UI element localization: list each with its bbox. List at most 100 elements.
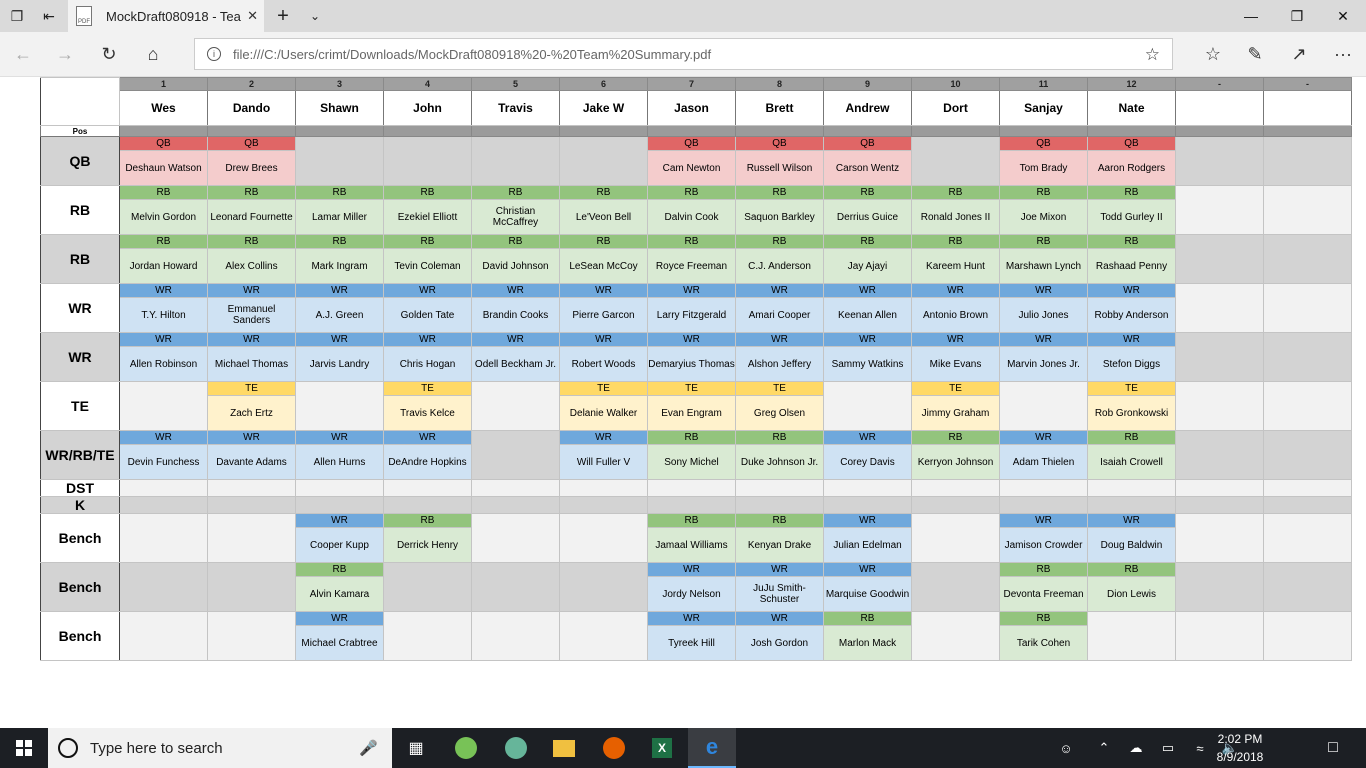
player-name: Carson Wentz <box>823 150 912 186</box>
player-name: Larry Fitzgerald <box>647 297 736 333</box>
team-number: 4 <box>383 77 472 91</box>
position-tag: QB <box>999 136 1088 151</box>
window-close-icon[interactable]: ✕ <box>1320 0 1366 32</box>
task-view-icon[interactable]: ▦ <box>392 728 440 768</box>
position-tag: RB <box>559 234 648 249</box>
active-tab[interactable]: PDF MockDraft080918 - Tea ✕ <box>68 0 264 32</box>
favorites-hub-icon[interactable]: ☆ <box>1196 38 1230 70</box>
address-bar[interactable]: i file:///C:/Users/crimt/Downloads/MockD… <box>194 38 1173 70</box>
tab-list-icon[interactable]: ❐ <box>0 0 34 32</box>
position-tag: TE <box>559 381 648 396</box>
tab-close-icon[interactable]: ✕ <box>247 8 258 24</box>
player-name: Duke Johnson Jr. <box>735 444 824 480</box>
position-tag: RB <box>911 185 1000 200</box>
empty-slot <box>1175 611 1264 661</box>
search-box[interactable]: Type here to search 🎤 <box>48 728 392 768</box>
position-tag: RB <box>999 234 1088 249</box>
slot-label: RB <box>40 185 120 235</box>
roster-player-row: Devin Funchess Davante Adams Allen Hurns De… <box>41 444 1352 480</box>
position-tag: WR <box>911 283 1000 298</box>
android-studio-icon[interactable] <box>442 728 490 768</box>
cortana-icon <box>58 738 78 758</box>
player-name: Sammy Watkins <box>823 346 912 382</box>
start-button[interactable] <box>0 728 48 768</box>
player-name: Allen Robinson <box>119 346 208 382</box>
pdf-viewer[interactable]: 1 2 3 4 5 6 7 8 9 10 11 12- - Wes Dando Shawn John Travis… <box>0 77 1366 728</box>
empty-slot <box>911 611 1000 661</box>
player-name: Amari Cooper <box>735 297 824 333</box>
address-text[interactable]: file:///C:/Users/crimt/Downloads/MockDra… <box>233 47 711 62</box>
position-tag: WR <box>1087 332 1176 347</box>
empty-slot <box>1263 283 1352 333</box>
atom-icon[interactable] <box>492 728 540 768</box>
roster-slot-row: TE TE TE TE TE TE TE TE <box>40 381 1352 431</box>
restore-icon[interactable]: ❐ <box>1274 0 1320 32</box>
file-explorer-icon[interactable] <box>540 728 588 768</box>
player-name: Jarvis Landry <box>295 346 384 382</box>
pos-gray-cell <box>383 125 472 137</box>
empty-slot <box>295 381 384 431</box>
position-tag: WR <box>383 430 472 445</box>
empty-slot <box>559 513 648 563</box>
player-name: Ronald Jones II <box>911 199 1000 235</box>
tab-preview-chevron-icon[interactable]: ⌄ <box>298 0 332 32</box>
position-tag: WR <box>207 332 296 347</box>
web-note-pen-icon[interactable]: ✎ <box>1238 38 1272 70</box>
position-tag: RB <box>471 234 560 249</box>
people-icon[interactable]: ☺ <box>1052 728 1080 768</box>
position-tag: WR <box>823 332 912 347</box>
player-name: Devin Funchess <box>119 444 208 480</box>
pdf-badge: PDF <box>78 19 90 25</box>
action-center-icon[interactable]: □ <box>1318 728 1348 768</box>
player-name: A.J. Green <box>295 297 384 333</box>
new-tab-icon[interactable]: + <box>266 0 300 32</box>
set-tabs-aside-icon[interactable]: ⇤ <box>32 0 66 32</box>
player-name: Alex Collins <box>207 248 296 284</box>
firefox-icon[interactable] <box>590 728 638 768</box>
minimize-icon[interactable]: — <box>1228 0 1274 32</box>
corner-cell <box>40 77 120 126</box>
microphone-icon[interactable]: 🎤 <box>359 739 378 757</box>
excel-icon[interactable]: X <box>638 728 686 768</box>
position-tag: RB <box>207 185 296 200</box>
share-icon[interactable]: ↗ <box>1282 38 1316 70</box>
position-tag: RB <box>1087 234 1176 249</box>
clock[interactable]: 2:02 PM 8/9/2018 <box>1200 730 1280 766</box>
slot-label: Bench <box>40 611 120 661</box>
back-icon[interactable]: ← <box>6 38 40 70</box>
player-name: Leonard Fournette <box>207 199 296 235</box>
edge-icon[interactable]: e <box>688 728 736 768</box>
show-hidden-icons-chevron-icon[interactable]: ⌃ <box>1092 728 1116 768</box>
forward-icon[interactable]: → <box>48 38 82 70</box>
position-tag: TE <box>647 381 736 396</box>
player-name: Cooper Kupp <box>295 527 384 563</box>
player-name: Jamaal Williams <box>647 527 736 563</box>
draft-grid: 1 2 3 4 5 6 7 8 9 10 11 12- - Wes Dando Shawn John Travis… <box>40 77 1352 661</box>
position-tag: WR <box>207 283 296 298</box>
team-number: 2 <box>207 77 296 91</box>
empty-slot <box>207 611 296 661</box>
position-tag: RB <box>735 513 824 528</box>
position-tag: WR <box>383 283 472 298</box>
onedrive-icon[interactable]: ☁ <box>1124 728 1148 768</box>
player-name: Antonio Brown <box>911 297 1000 333</box>
player-name: Greg Olsen <box>735 395 824 431</box>
player-name: Devonta Freeman <box>999 576 1088 612</box>
refresh-icon[interactable]: ↻ <box>92 38 126 70</box>
empty-slot <box>1175 430 1264 480</box>
home-icon[interactable]: ⌂ <box>136 38 170 70</box>
empty-slot <box>1087 496 1176 514</box>
roster-slot-row: Bench RB WR WR WR RB RB <box>40 562 1352 612</box>
empty-slot <box>295 479 384 497</box>
favorite-star-icon[interactable]: ☆ <box>1145 45 1160 65</box>
empty-slot <box>471 496 560 514</box>
empty-slot <box>1175 136 1264 186</box>
player-name: JuJu Smith-Schuster <box>735 576 824 612</box>
position-tag: RB <box>119 185 208 200</box>
info-icon[interactable]: i <box>207 47 221 61</box>
battery-icon[interactable]: ▭ <box>1156 728 1180 768</box>
team-name: Dort <box>911 90 1000 126</box>
empty-slot <box>1175 234 1264 284</box>
empty-slot <box>823 496 912 514</box>
more-options-icon[interactable]: ··· <box>1326 38 1360 70</box>
